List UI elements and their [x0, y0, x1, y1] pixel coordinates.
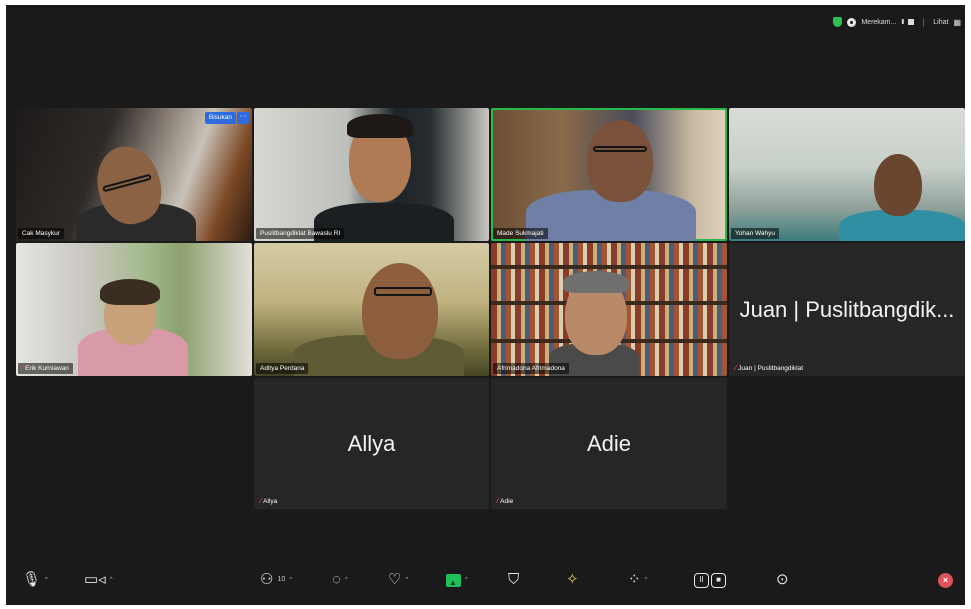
video-tile-afrimadona[interactable]: Afrimadona Afrimadona	[491, 243, 727, 376]
participants-count: 10	[277, 576, 286, 583]
participant-name: Aditya Perdana	[260, 365, 305, 372]
encryption-shield-icon[interactable]	[833, 17, 843, 27]
participant-head	[362, 263, 438, 359]
participant-hair	[100, 279, 160, 305]
top-bar: Merekam... II Lihat ▦	[6, 5, 965, 39]
chevron-up-icon[interactable]: ^	[345, 571, 348, 589]
participant-name-tag: Afrimadona Afrimadona	[493, 363, 569, 374]
participant-name: Afrimadona Afrimadona	[497, 365, 565, 372]
participant-name: Puslitbangdiklat Bawaslu RI	[260, 230, 341, 237]
video-tile-juan[interactable]: Juan | Puslitbangdik... ⁄ Juan | Puslitba…	[729, 243, 965, 376]
video-camera-icon: ▭◃	[84, 571, 106, 588]
participant-display-name: Juan | Puslitbangdik...	[739, 296, 955, 322]
participant-name: Yohan Wahyu	[735, 230, 775, 237]
participant-name: Juan | Puslitbangdiklat	[738, 365, 804, 372]
mic-muted-icon: ⁄	[735, 365, 737, 372]
tile-more-button[interactable]: ···	[237, 112, 249, 124]
end-meeting-button[interactable]: ×	[938, 571, 953, 589]
mic-muted-icon: ⁄	[260, 498, 262, 505]
ai-companion-button[interactable]: ✧	[566, 571, 579, 589]
participant-glasses	[593, 146, 647, 152]
apps-icon: ⁘	[628, 571, 641, 588]
participant-head	[587, 120, 653, 202]
participant-name: Adie	[500, 498, 514, 505]
video-button[interactable]: ▭◃ ^	[84, 571, 113, 589]
chat-button[interactable]: ◌ ^	[332, 571, 348, 589]
participant-hair	[347, 114, 413, 138]
meeting-window: Merekam... II Lihat ▦ Bisukan ··· Cak Ma…	[6, 5, 965, 605]
participant-name: Cak Masykur	[22, 230, 60, 237]
participant-display-name: Adie	[586, 430, 632, 456]
meeting-toolbar: 🎙︎^ ▭◃^ ⚇10^ ◌^ ♡^ ^ ⛉ ✧ ⁘^ II■ ⊙	[6, 565, 965, 605]
participant-name-tag: Aditya Perdana	[256, 363, 309, 374]
recording-label: Merekam...	[861, 18, 897, 26]
top-right-controls: Merekam... II Lihat ▦	[833, 14, 965, 30]
view-button-label[interactable]: Lihat	[933, 19, 948, 26]
apps-button[interactable]: ⁘ ^	[628, 571, 647, 589]
mute-participant-button[interactable]: Bisukan	[204, 112, 236, 124]
video-tile-yohan-wahyu[interactable]: Yohan Wahyu	[729, 108, 965, 241]
react-button[interactable]: ♡ ^	[388, 571, 408, 589]
mic-muted-icon: ⁄	[22, 365, 24, 372]
video-tile-allya[interactable]: Allya ⁄ Allya	[254, 378, 489, 509]
share-screen-button[interactable]: ^	[446, 571, 468, 592]
chevron-up-icon[interactable]: ^	[645, 571, 648, 589]
recording-controls-button[interactable]: II ■	[694, 571, 726, 589]
participant-head	[874, 154, 922, 216]
recording-icon	[847, 17, 857, 27]
security-button[interactable]: ⛉	[508, 571, 519, 589]
participant-name: Made Sukmajati	[497, 230, 544, 237]
participant-name-tag: Made Sukmajati	[493, 228, 548, 239]
participant-name-tag: ⁄ Juan | Puslitbangdiklat	[731, 363, 807, 374]
participant-name: Erik Kurniawan	[25, 365, 69, 372]
stop-recording-icon[interactable]	[908, 19, 915, 25]
pause-stop-recording-icon: II ■	[694, 572, 726, 588]
more-icon: ⊙	[776, 571, 789, 588]
participants-icon: ⚇	[260, 571, 274, 588]
chevron-up-icon[interactable]: ^	[405, 571, 408, 589]
chat-icon: ◌	[332, 571, 341, 588]
participant-display-name: Allya	[347, 430, 396, 456]
video-tile-puslitbangdiklat-bawaslu[interactable]: Puslitbangdiklat Bawaslu RI	[254, 108, 489, 241]
participant-name-tag: Cak Masykur	[18, 228, 64, 239]
chevron-up-icon[interactable]: ^	[45, 571, 48, 589]
bookshelf-divider	[491, 265, 727, 269]
participant-name-tag: Puslitbangdiklat Bawaslu RI	[256, 228, 345, 239]
divider	[923, 17, 925, 27]
participant-hair	[563, 271, 629, 293]
participants-button[interactable]: ⚇ 10 ^	[260, 571, 292, 589]
participant-name-tag: Yohan Wahyu	[731, 228, 779, 239]
participant-glasses	[374, 287, 432, 296]
more-button[interactable]: ⊙	[776, 571, 789, 589]
shield-icon: ⛉	[508, 571, 520, 588]
heart-icon: ♡	[388, 571, 402, 588]
video-tile-adie[interactable]: Adie ⁄ Adie	[491, 378, 727, 509]
chevron-up-icon[interactable]: ^	[289, 571, 292, 589]
video-tile-cak-masykur[interactable]: Bisukan ··· Cak Masykur	[16, 108, 252, 241]
video-tile-erik-kurniawan[interactable]: ⁄ Erik Kurniawan	[16, 243, 252, 376]
chevron-up-icon[interactable]: ^	[110, 571, 113, 589]
microphone-icon: 🎙︎	[22, 571, 42, 588]
participant-name-tag: ⁄ Adie	[493, 496, 517, 507]
end-meeting-icon: ×	[938, 572, 953, 588]
video-tile-aditya-perdana[interactable]: Aditya Perdana	[254, 243, 489, 376]
audio-button[interactable]: 🎙︎ ^	[22, 571, 48, 589]
grid-view-icon[interactable]: ▦	[953, 18, 961, 27]
participant-name: Allya	[263, 498, 278, 505]
pause-recording-icon[interactable]: II	[901, 19, 904, 26]
sparkle-icon: ✧	[566, 571, 579, 588]
video-tile-made-sukmajati[interactable]: Made Sukmajati	[491, 108, 727, 241]
share-screen-icon	[446, 573, 461, 592]
chevron-up-icon[interactable]: ^	[465, 571, 468, 589]
participant-name-tag: ⁄ Erik Kurniawan	[18, 363, 73, 374]
participant-name-tag: ⁄ Allya	[256, 496, 281, 507]
mic-muted-icon: ⁄	[497, 498, 499, 505]
